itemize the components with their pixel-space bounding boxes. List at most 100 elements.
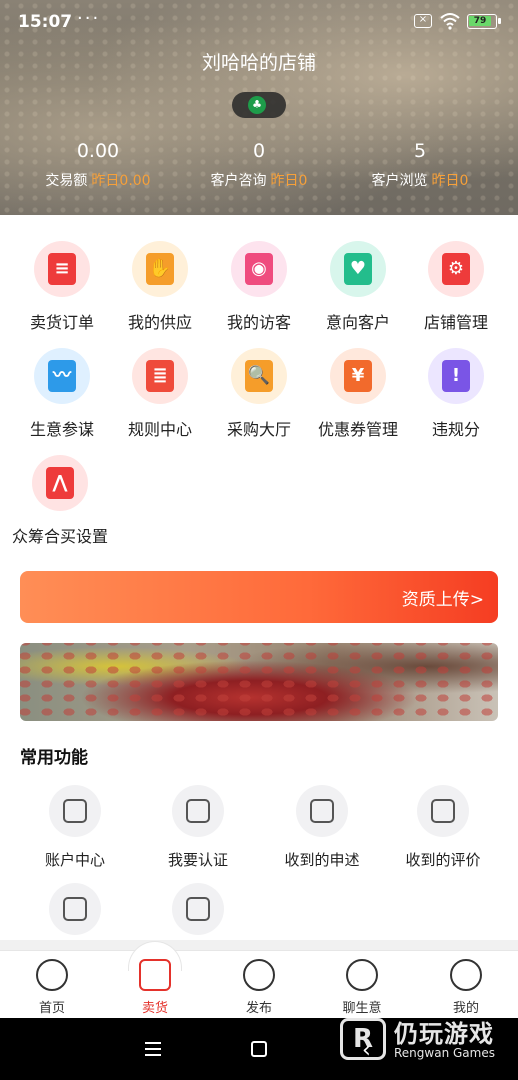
- grid-item[interactable]: ¥ 优惠券管理: [306, 348, 410, 440]
- function-label: 收到的评价: [405, 851, 481, 869]
- visitor-eye-icon: ◉: [245, 253, 273, 285]
- promo-banner-image[interactable]: [20, 643, 498, 721]
- function-label: 收到的申述: [284, 851, 360, 869]
- stat-transaction[interactable]: 0.00 交易额 昨日0.00: [12, 140, 184, 190]
- grid-item[interactable]: ≡ 卖货订单: [10, 241, 114, 333]
- tab-publish-up[interactable]: 发布: [207, 959, 311, 1016]
- grid-icon-circle: ♥: [330, 241, 386, 297]
- stat-label: 客户咨询: [210, 173, 267, 189]
- common-functions-title: 常用功能: [20, 748, 88, 768]
- grid-item[interactable]: 🔍 采购大厅: [207, 348, 311, 440]
- nav-home-button[interactable]: [251, 1041, 267, 1057]
- grid-item[interactable]: ✋ 我的供应: [108, 241, 212, 333]
- coupon-icon: ¥: [344, 360, 372, 392]
- supply-hand-icon: ✋: [146, 253, 174, 285]
- tab-profile-smile[interactable]: 我的: [414, 959, 518, 1016]
- grid-item-label: 意向客户: [325, 313, 390, 332]
- grid-item[interactable]: ! 违规分: [404, 348, 508, 440]
- grid-item-label: 众筹合买设置: [11, 527, 108, 546]
- account-user-icon: [63, 799, 87, 823]
- customer-heart-icon: ♥: [344, 253, 372, 285]
- publish-up-icon: [243, 959, 275, 991]
- shop-verified-badge[interactable]: ♣: [232, 92, 286, 118]
- grid-icon-circle: 〰: [34, 348, 90, 404]
- stat-yesterday: 昨日0: [431, 173, 469, 189]
- section-divider: [0, 940, 518, 950]
- appeal-document-icon: [310, 799, 334, 823]
- grid-icon-circle: ⋀: [32, 455, 88, 511]
- grid-item[interactable]: ⋀ 众筹合买设置: [8, 455, 112, 547]
- grid-item-label: 生意参谋: [29, 420, 94, 439]
- qualification-upload-banner[interactable]: 资质上传>: [20, 571, 498, 623]
- no-sim-icon: ×: [414, 14, 432, 28]
- order-icon: ≡: [48, 253, 76, 285]
- grid-item[interactable]: ♥ 意向客户: [306, 241, 410, 333]
- function-icon-circle: [296, 785, 348, 837]
- function-label: 我要认证: [167, 851, 228, 869]
- grid-item-label: 我的访客: [226, 313, 291, 332]
- grid-item[interactable]: 〰生意参谋: [10, 348, 114, 440]
- grid-icon-circle: !: [428, 348, 484, 404]
- grid-icon-circle: ✋: [132, 241, 188, 297]
- grid-item[interactable]: ⚙ 店铺管理: [404, 241, 508, 333]
- stat-yesterday: 昨日0: [270, 173, 308, 189]
- status-time: 15:07: [18, 12, 73, 32]
- bookmark-star-icon: [63, 897, 87, 921]
- function-item[interactable]: 收到的评价: [381, 785, 505, 870]
- stat-browse[interactable]: 5 客户浏览 昨日0: [334, 140, 506, 190]
- tab-chat[interactable]: 聊生意: [310, 959, 414, 1016]
- sell-cart-icon: [139, 959, 171, 991]
- grid-item-label: 店铺管理: [423, 313, 488, 332]
- function-icon-circle: [172, 883, 224, 935]
- main-content: ≡ 卖货订单 ✋ 我的供应 ◉ 我的访客 ♥ 意向客户 ⚙ 店铺管理〰生意参谋 ≣ 规则中心 🔍 采购大厅…: [0, 215, 518, 950]
- function-item[interactable]: 收到的申述: [260, 785, 384, 870]
- grid-icon-circle: ¥: [330, 348, 386, 404]
- certify-shield-icon: [186, 799, 210, 823]
- store-name: 刘哈哈的店铺: [201, 52, 316, 74]
- function-icon-circle: [417, 785, 469, 837]
- stat-consult[interactable]: 0 客户咨询 昨日0: [173, 140, 345, 190]
- chat-icon: [346, 959, 378, 991]
- grid-item[interactable]: ◉ 我的访客: [207, 241, 311, 333]
- tab-label: 首页: [38, 1001, 65, 1016]
- store-header: 15:07 ··· × 79 刘哈哈的店铺 ♣ 0.00 交易额 昨日0.00 0…: [0, 0, 518, 215]
- grid-item-label: 违规分: [431, 420, 480, 439]
- function-item[interactable]: 我要认证: [136, 785, 260, 870]
- grid-item-label: 优惠券管理: [317, 420, 398, 439]
- function-icon-circle: [49, 785, 101, 837]
- watermark-subtitle: Rengwan Games: [394, 1046, 495, 1060]
- wifi-icon: [440, 13, 460, 30]
- bottom-tab-bar: 首页 卖货 发布 聊生意 我的: [0, 941, 518, 1018]
- grid-item-label: 规则中心: [127, 420, 192, 439]
- review-chat-icon: [431, 799, 455, 823]
- home-icon: [36, 959, 68, 991]
- grid-item-label: 我的供应: [127, 313, 192, 332]
- stat-value: 0: [252, 140, 266, 162]
- function-item[interactable]: 账户中心: [13, 785, 137, 870]
- function-item[interactable]: [136, 883, 260, 935]
- tab-label: 卖货: [141, 1001, 168, 1016]
- grid-icon-circle: 🔍: [231, 348, 287, 404]
- grid-item[interactable]: ≣ 规则中心: [108, 348, 212, 440]
- rule-book-icon: ≣: [146, 360, 174, 392]
- grid-item-label: 采购大厅: [226, 420, 291, 439]
- grid-icon-circle: ◉: [231, 241, 287, 297]
- warning-triangle-icon: !: [442, 360, 470, 392]
- watermark-logo: R 仍玩游戏 Rengwan Games: [340, 1014, 510, 1066]
- shopping-cart-icon: 🔍: [245, 360, 273, 392]
- tab-label: 发布: [245, 1001, 272, 1016]
- tab-home[interactable]: 首页: [0, 959, 104, 1016]
- grid-icon-circle: ≡: [34, 241, 90, 297]
- stat-value: 5: [413, 140, 427, 162]
- watermark-icon: R: [340, 1018, 386, 1060]
- shop-badge-icon: ♣: [248, 96, 266, 114]
- battery-icon: 79: [467, 14, 501, 29]
- yuan-shield-icon: [186, 897, 210, 921]
- nav-menu-button[interactable]: [145, 1042, 161, 1056]
- stat-value: 0.00: [76, 140, 120, 162]
- status-more-dots: ···: [77, 8, 101, 29]
- function-item[interactable]: [13, 883, 137, 935]
- watermark-title: 仍玩游戏: [394, 1020, 494, 1048]
- tab-sell-cart[interactable]: 卖货: [103, 959, 207, 1016]
- status-bar: 15:07 ··· × 79: [0, 0, 518, 44]
